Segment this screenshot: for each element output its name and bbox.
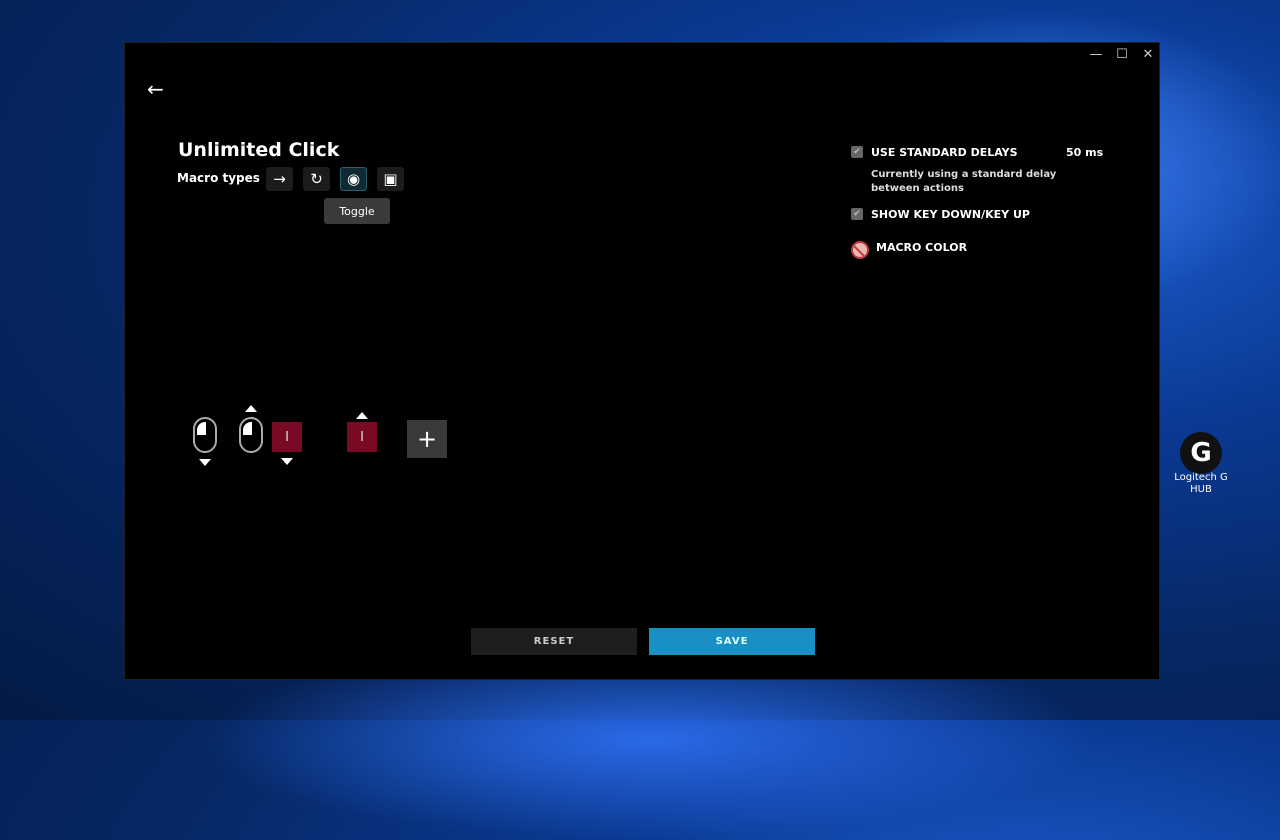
macro-type-repeat-button[interactable]: ↻	[303, 167, 330, 191]
key-down-arrow-icon	[199, 459, 211, 466]
maximize-button[interactable]: ☐	[1110, 47, 1134, 62]
key-up-arrow-icon	[245, 405, 257, 412]
repeat-icon: ↻	[310, 170, 323, 188]
macro-key-i[interactable]: I	[347, 422, 377, 452]
use-standard-delays-checkbox[interactable]: ✔	[851, 146, 863, 158]
reset-button[interactable]: RESET	[471, 628, 637, 655]
tooltip: Toggle	[324, 198, 390, 224]
logitech-g-hub-desktop-icon[interactable]: G	[1180, 432, 1222, 474]
mouse-left-click-icon[interactable]	[193, 417, 217, 453]
ghub-window: — ☐ ✕ ← Unlimited Click Macro types → ↻ …	[124, 42, 1160, 680]
key-up-arrow-icon	[356, 412, 368, 419]
macro-color-swatch[interactable]	[851, 241, 869, 259]
save-button[interactable]: SAVE	[649, 628, 815, 655]
delay-value[interactable]: 50 ms	[1066, 146, 1103, 159]
use-standard-delays-label: USE STANDARD DELAYS	[871, 146, 1018, 159]
macro-type-no-repeat-button[interactable]: →	[266, 167, 293, 191]
desktop-icon-label: Logitech G HUB	[1174, 472, 1228, 495]
arrow-right-icon: →	[273, 170, 286, 188]
toggle-icon: ◉	[346, 170, 361, 188]
macro-color-label: MACRO COLOR	[876, 241, 968, 254]
show-key-down-up-label: SHOW KEY DOWN/KEY UP	[871, 208, 1030, 221]
macro-type-toggle-button[interactable]: ◉	[340, 167, 367, 191]
key-down-arrow-icon	[281, 458, 293, 465]
show-key-down-up-checkbox[interactable]: ✔	[851, 208, 863, 220]
delay-description: Currently using a standard delay between…	[871, 169, 1057, 194]
macro-types-label: Macro types	[177, 171, 260, 185]
macro-key-i[interactable]: I	[272, 422, 302, 452]
add-action-button[interactable]: +	[407, 420, 447, 458]
minimize-button[interactable]: —	[1084, 47, 1108, 62]
page-title: Unlimited Click	[178, 139, 340, 161]
macro-type-sequence-button[interactable]: ▣	[377, 167, 404, 191]
close-button[interactable]: ✕	[1136, 47, 1160, 62]
back-arrow-icon[interactable]: ←	[147, 77, 164, 101]
sequence-icon: ▣	[383, 170, 398, 188]
mouse-left-click-icon[interactable]	[239, 417, 263, 453]
